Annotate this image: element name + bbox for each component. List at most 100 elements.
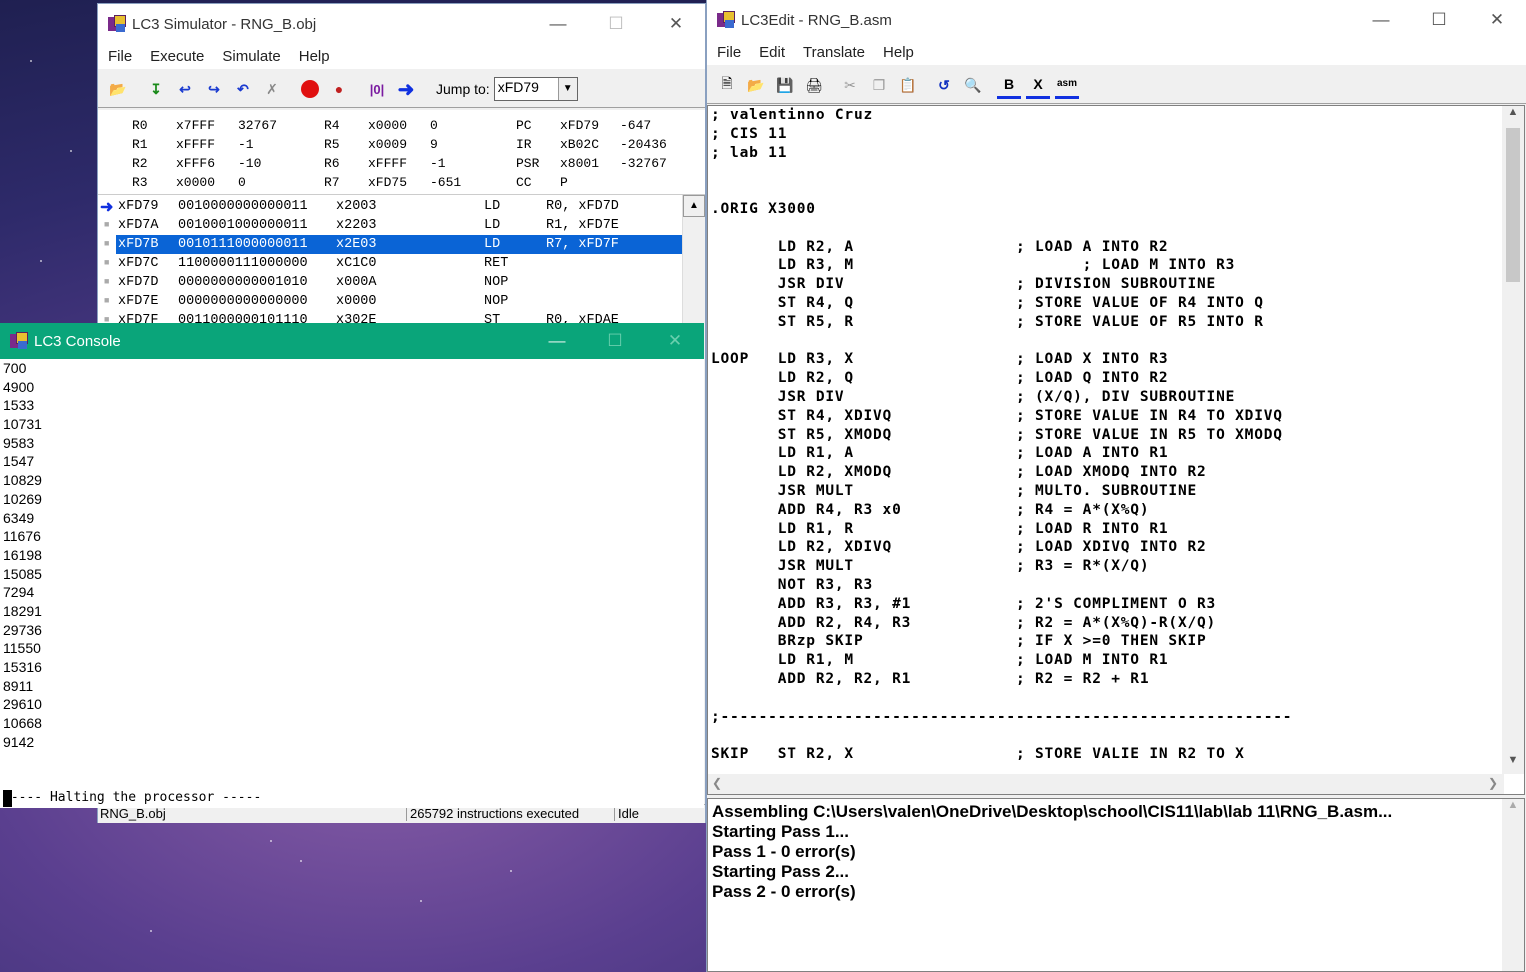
scroll-thumb[interactable] [1506,128,1520,282]
breakpoint-marker[interactable]: ■ [104,273,109,292]
print-icon[interactable]: 🖨 [802,73,826,97]
reset-icon[interactable]: ✗ [260,77,284,101]
open-file-icon[interactable]: 📂 [744,73,768,97]
close-button[interactable]: ✕ [647,4,705,44]
assemble-binary-icon[interactable]: B [997,72,1021,99]
maximize-button[interactable]: ☐ [586,323,644,359]
console-line: 9142 [3,733,35,750]
memory-row[interactable]: xFD7E 0000000000000000 x0000 NOP ■ [104,292,700,311]
scroll-up-icon[interactable]: ▲ [1502,106,1524,126]
memory-row[interactable]: xFD7A 0010001000000011 x2203 LD R1, xFD7E ■ [104,216,700,235]
maximize-button[interactable]: ☐ [1410,0,1468,40]
memory-row[interactable]: xFD7C 1100000111000000 xC1C0 RET ■ [104,254,700,273]
register-name: PC [516,118,532,133]
register-dec: 0 [430,118,438,133]
editor-titlebar[interactable]: LC3Edit - RNG_B.asm — ☐ ✕ [707,0,1526,40]
breakpoint-marker[interactable]: ■ [104,235,109,254]
console-line: 4900 [3,378,35,395]
jump-to-value: xFD79 [497,79,539,95]
minimize-button[interactable]: — [1352,0,1410,40]
code-line: ;---------------------------------------… [711,708,1293,725]
scroll-down-icon[interactable]: ▼ [1502,754,1524,774]
minimize-button[interactable]: — [528,323,586,359]
memory-addr: xFD7B [118,237,159,252]
scroll-right-icon[interactable]: ❯ [1488,776,1498,790]
memory-panel: xFD79 0010000000000011 x2003 LD R0, xFD7D xFD… [98,194,705,325]
scroll-up-icon[interactable]: ▲ [1502,799,1524,819]
copy-icon[interactable]: ❐ [867,73,891,97]
memory-bin: 0010001000000011 [178,218,308,233]
console-output[interactable]: 700 4900 1533 10731 9583 1547 10829 10269 6349 11… [0,359,704,808]
memory-row[interactable]: xFD79 0010000000000011 x2003 LD R0, xFD7D [116,197,700,216]
output-scrollbar[interactable]: ▲ [1502,799,1524,971]
menu-execute[interactable]: Execute [150,48,204,65]
find-icon[interactable]: 🔍 [961,73,985,97]
code-line: ADD R2, R4, R3 ; R2 = A*(X%Q)-R(X/Q) [711,614,1217,631]
memory-addr: xFD7D [118,275,159,290]
memory-row[interactable]: xFD7D 0000000000001010 x000A NOP ■ [104,273,700,292]
console-titlebar[interactable]: LC3 Console — ☐ ✕ [0,323,704,359]
register-name: R7 [324,175,340,190]
register-hex: xFFF6 [176,156,216,171]
paste-icon[interactable]: 📋 [896,73,920,97]
status-file: RNG_B.obj [100,806,166,821]
scroll-left-icon[interactable]: ❮ [712,776,722,790]
close-button[interactable]: ✕ [1468,0,1526,40]
memory-row[interactable]: xFD7B 0010111000000011 x2E03 LD R7, xFD7F ■ [104,235,700,254]
memory-op: LD [484,199,501,214]
menu-help[interactable]: Help [883,44,914,61]
menu-help[interactable]: Help [299,48,330,65]
save-icon[interactable]: 💾 [773,73,797,97]
code-line: BRzp SKIP ; IF X >=0 THEN SKIP [711,633,1207,650]
breakpoint-icon[interactable] [298,77,322,101]
console-line: 1533 [3,397,35,414]
assemble-asm-icon[interactable]: asm [1055,72,1079,99]
menu-file[interactable]: File [717,44,741,61]
step-over-icon[interactable]: ↩ [173,77,197,101]
new-file-icon[interactable]: 🗎 [715,73,739,97]
memory-scrollbar[interactable]: ▲ [682,195,705,325]
register-dec: 9 [430,137,438,152]
open-file-icon[interactable]: 📂 [106,77,130,101]
scroll-up-icon[interactable]: ▲ [683,195,705,217]
step-out-icon[interactable]: ↪ [202,77,226,101]
lc3-app-icon [10,332,28,350]
register-hex: xB02C [560,137,600,152]
run-to-icon[interactable]: ↶ [231,77,255,101]
chevron-down-icon[interactable]: ▼ [557,78,577,100]
memory-addr: xFD7E [118,294,159,309]
memory-hex: x2003 [336,199,377,214]
output-panel[interactable]: Assembling C:\Users\valen\OneDrive\Deskt… [707,798,1525,972]
console-line: 6349 [3,509,35,526]
menu-file[interactable]: File [108,48,132,65]
code-line: ; CIS 11 [711,125,788,142]
minimize-button[interactable]: — [529,4,587,44]
undo-icon[interactable]: ↺ [932,73,956,97]
maximize-button[interactable]: ☐ [587,4,645,44]
editor-horizontal-scrollbar[interactable]: ❮ ❯ [708,774,1504,794]
step-in-icon[interactable]: ↧ [144,77,168,101]
memory-addr: xFD79 [118,199,159,214]
close-button[interactable]: ✕ [646,323,704,359]
breakpoint-marker[interactable]: ■ [104,254,109,273]
memory-op: NOP [484,294,509,309]
code-editor[interactable]: ; valentinno Cruz ; CIS 11 ; lab 11 .ORIG X… [707,105,1525,795]
breakpoint-marker[interactable]: ■ [104,216,109,235]
jump-to-combobox[interactable]: xFD79 ▼ [493,77,578,101]
menu-edit[interactable]: Edit [759,44,785,61]
cut-icon[interactable]: ✂ [838,73,862,97]
menu-simulate[interactable]: Simulate [222,48,280,65]
console-cursor [3,790,12,807]
code-line: LD R2, A ; LOAD A INTO R2 [711,238,1169,255]
assemble-hex-icon[interactable]: X [1026,72,1050,99]
editor-vertical-scrollbar[interactable]: ▲ ▼ [1502,106,1524,774]
jump-arrow-icon[interactable]: ➜ [394,77,418,101]
menu-translate[interactable]: Translate [803,44,865,61]
simulator-titlebar[interactable]: LC3 Simulator - RNG_B.obj — ☐ ✕ [98,4,705,44]
registers-icon[interactable]: |0| [365,77,389,101]
clear-breakpoints-icon[interactable]: ● [327,77,351,101]
memory-addr: xFD7C [118,256,159,271]
breakpoint-marker[interactable]: ■ [104,292,109,311]
